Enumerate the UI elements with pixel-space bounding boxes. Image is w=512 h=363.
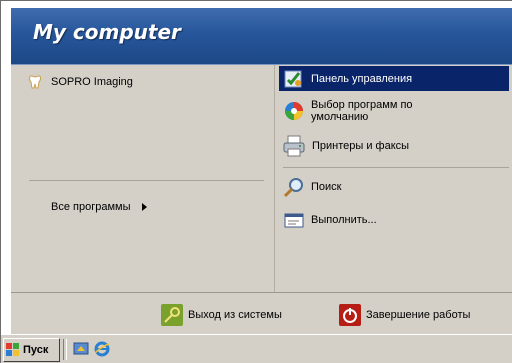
key-icon bbox=[161, 304, 183, 326]
menu-item-label: Выбор программ по умолчанию bbox=[311, 99, 413, 123]
control-panel-icon bbox=[284, 70, 302, 87]
search-icon bbox=[283, 178, 303, 198]
logoff-button[interactable]: Выход из системы bbox=[161, 304, 282, 326]
start-menu-header: My computer bbox=[11, 8, 512, 65]
start-label: Пуск bbox=[23, 344, 49, 356]
screen: My computer SOPRO Imaging Все программы bbox=[0, 0, 512, 363]
program-label: SOPRO Imaging bbox=[51, 76, 133, 88]
start-button[interactable]: Пуск bbox=[3, 338, 60, 362]
show-desktop-icon[interactable] bbox=[73, 341, 89, 357]
start-menu-title: My computer bbox=[33, 20, 181, 44]
menu-item-label: Поиск bbox=[311, 181, 342, 193]
power-icon bbox=[339, 304, 361, 326]
default-programs-icon bbox=[285, 102, 303, 120]
left-separator bbox=[29, 180, 264, 181]
menu-item-default-programs[interactable]: Выбор программ по умолчанию bbox=[279, 94, 509, 128]
start-menu-footer: Выход из системы Завершение работы bbox=[11, 292, 512, 335]
pinned-programs-panel: SOPRO Imaging Все программы bbox=[11, 65, 274, 292]
internet-explorer-icon[interactable] bbox=[94, 341, 110, 357]
menu-item-label: Выполнить... bbox=[311, 214, 377, 226]
logoff-label: Выход из системы bbox=[188, 309, 282, 321]
tooth-icon bbox=[29, 75, 41, 89]
run-icon bbox=[284, 213, 304, 228]
menu-item-search[interactable]: Поиск bbox=[279, 173, 509, 201]
windows-logo-icon bbox=[6, 343, 19, 356]
shutdown-button[interactable]: Завершение работы bbox=[339, 304, 470, 326]
start-menu: My computer SOPRO Imaging Все программы bbox=[11, 8, 512, 335]
menu-item-label: Панель управления bbox=[311, 72, 413, 85]
taskbar: Пуск bbox=[1, 334, 512, 363]
arrow-right-icon bbox=[142, 203, 148, 211]
quick-launch-separator bbox=[63, 339, 67, 360]
shutdown-label: Завершение работы bbox=[366, 309, 471, 321]
menu-item-label: Принтеры и факсы bbox=[312, 140, 410, 152]
all-programs-button[interactable]: Все программы bbox=[51, 198, 148, 216]
all-programs-label: Все программы bbox=[51, 201, 131, 213]
system-links-panel: Панель управления Выбор программ по умол… bbox=[275, 65, 512, 292]
menu-item-control-panel[interactable]: Панель управления bbox=[279, 66, 509, 91]
right-separator bbox=[283, 167, 509, 168]
menu-item-run[interactable]: Выполнить... bbox=[279, 206, 509, 234]
printer-icon bbox=[283, 135, 305, 157]
program-sopro-imaging[interactable]: SOPRO Imaging bbox=[27, 71, 267, 93]
menu-item-printers[interactable]: Принтеры и факсы bbox=[279, 131, 509, 161]
